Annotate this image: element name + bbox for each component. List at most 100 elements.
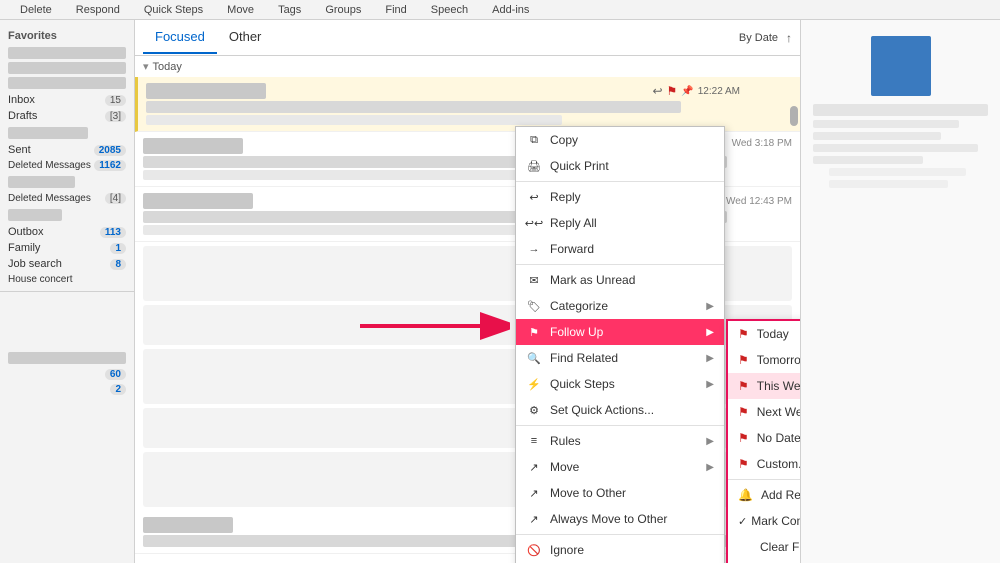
- rules-arrow-icon: ▶: [706, 436, 714, 447]
- sidebar-count1: 60: [105, 369, 126, 380]
- menu-item-rules[interactable]: ≡ Rules ▶: [516, 428, 724, 454]
- submenu-item-next-week[interactable]: ⚑ Next Week: [728, 399, 800, 425]
- submenu-item-clear-flag[interactable]: Clear Flag: [728, 534, 800, 560]
- submenu-nextweek-label: Next Week: [757, 405, 800, 419]
- menu-replyall-label: Reply All: [550, 216, 597, 230]
- menu-item-set-quick-actions[interactable]: ⚙ Set Quick Actions...: [516, 397, 724, 423]
- quicksteps-arrow-icon: ▶: [706, 379, 714, 390]
- right-pane: [800, 20, 1000, 563]
- ribbon-find[interactable]: Find: [373, 4, 418, 16]
- submenu-markcomplete-label: Mark Complete: [751, 514, 800, 528]
- sidebar-item-jobsearch[interactable]: Job search 8: [0, 256, 134, 272]
- sidebar-blur-2: [8, 62, 126, 74]
- email-list-container: ▾ Today ↩ ⚑ 📌 12:22 AM: [135, 56, 800, 563]
- sidebar-item-drafts[interactable]: Drafts [3]: [0, 108, 134, 124]
- categorize-arrow-icon: ▶: [706, 301, 714, 312]
- ribbon-addins[interactable]: Add-ins: [480, 4, 541, 16]
- menu-forward-label: Forward: [550, 242, 594, 256]
- sidebar-sent-badge: 2085: [94, 145, 126, 156]
- email-time-2: Wed 3:18 PM: [732, 138, 792, 154]
- menu-item-forward[interactable]: → Forward: [516, 236, 724, 262]
- sidebar-deleted2-badge: [4]: [105, 193, 126, 204]
- menu-item-copy[interactable]: ⧉ Copy: [516, 127, 724, 153]
- ribbon-quick-steps[interactable]: Quick Steps: [132, 4, 215, 16]
- submenu-item-add-reminder[interactable]: 🔔 Add Reminder...: [728, 482, 800, 508]
- menu-reply-label: Reply: [550, 190, 581, 204]
- sidebar-drafts-label: Drafts: [8, 110, 105, 122]
- menu-item-find-related[interactable]: 🔍 Find Related ▶: [516, 345, 724, 371]
- forward-icon: →: [526, 241, 542, 257]
- flag-tomorrow-icon: ⚑: [738, 353, 749, 367]
- email-item-1[interactable]: ↩ ⚑ 📌 12:22 AM: [135, 77, 800, 132]
- flag-thisweek-icon: ⚑: [738, 379, 749, 393]
- menu-item-quick-print[interactable]: 🖨 Quick Print: [516, 153, 724, 179]
- right-blue-block: [871, 36, 931, 96]
- menu-item-reply-all[interactable]: ↩↩ Reply All: [516, 210, 724, 236]
- submenu-item-tomorrow[interactable]: ⚑ Tomorrow: [728, 347, 800, 373]
- tab-other[interactable]: Other: [217, 21, 274, 54]
- sidebar-section-title: Favorites: [0, 28, 134, 44]
- submenu-item-no-date[interactable]: ⚑ No Date: [728, 425, 800, 451]
- email-sender-1: [146, 83, 266, 99]
- sidebar-item-sent[interactable]: Sent 2085: [0, 142, 134, 158]
- ribbon-groups[interactable]: Groups: [313, 4, 373, 16]
- submenu-addreminder-label: Add Reminder...: [761, 488, 800, 502]
- sidebar-item-deleted[interactable]: Deleted Messages 1162: [0, 158, 134, 173]
- menu-item-reply[interactable]: ↩ Reply: [516, 184, 724, 210]
- search-menu-icon: 🔍: [526, 350, 542, 366]
- flag-custom-icon: ⚑: [738, 457, 749, 471]
- menu-copy-label: Copy: [550, 133, 578, 147]
- ribbon-speech[interactable]: Speech: [419, 4, 480, 16]
- ribbon-tags[interactable]: Tags: [266, 4, 313, 16]
- ribbon-delete[interactable]: Delete: [8, 4, 64, 16]
- menu-move-label: Move: [550, 460, 579, 474]
- submenu-item-custom[interactable]: ⚑ Custom...: [728, 451, 800, 477]
- sidebar-family-badge: 1: [110, 243, 126, 254]
- sort-button[interactable]: By Date: [735, 30, 782, 46]
- ribbon: Delete Respond Quick Steps Move Tags Gro…: [0, 0, 1000, 20]
- menu-item-quick-steps[interactable]: ⚡ Quick Steps ▶: [516, 371, 724, 397]
- submenu-item-today[interactable]: ⚑ Today: [728, 321, 800, 347]
- menu-sep-4: [516, 534, 724, 535]
- sidebar-blur-3: [8, 77, 126, 89]
- sidebar-item-count2[interactable]: 2: [0, 382, 134, 397]
- sidebar-item-outbox[interactable]: Outbox 113: [0, 224, 134, 240]
- sidebar-item-house[interactable]: House concert: [0, 272, 134, 287]
- scrollbar[interactable]: [790, 106, 798, 126]
- copy-icon: ⧉: [526, 132, 542, 148]
- menu-sep-2: [516, 264, 724, 265]
- move-other-icon: ↗: [526, 485, 542, 501]
- tab-focused[interactable]: Focused: [143, 21, 217, 54]
- sort-arrow-icon[interactable]: ↑: [786, 31, 792, 45]
- sidebar-deleted-badge: 1162: [94, 160, 126, 171]
- menu-item-move[interactable]: ↗ Move ▶: [516, 454, 724, 480]
- menu-item-ignore[interactable]: 🚫 Ignore: [516, 537, 724, 563]
- email-time-3: Wed 12:43 PM: [726, 196, 792, 207]
- menu-quicksteps-label: Quick Steps: [550, 377, 615, 391]
- sidebar-inbox-badge: 15: [105, 95, 126, 106]
- move-arrow-icon: ▶: [706, 462, 714, 473]
- submenu-item-this-week[interactable]: ⚑ This Week: [728, 373, 800, 399]
- sidebar-divider: [0, 291, 134, 292]
- sidebar-item-inbox[interactable]: Inbox 15: [0, 92, 134, 108]
- menu-item-categorize[interactable]: 🏷 Categorize ▶: [516, 293, 724, 319]
- submenu-item-mark-complete[interactable]: ✓ Mark Complete: [728, 508, 800, 534]
- sidebar-item-family[interactable]: Family 1: [0, 240, 134, 256]
- menu-item-move-other[interactable]: ↗ Move to Other: [516, 480, 724, 506]
- menu-item-follow-up[interactable]: ⚑ Follow Up ▶ ⚑ Today ⚑ Tomorrow: [516, 319, 724, 345]
- submenu-sep-1: [728, 479, 800, 480]
- sidebar-item-count1[interactable]: 60: [0, 367, 134, 382]
- findrelated-arrow-icon: ▶: [706, 353, 714, 364]
- ribbon-move[interactable]: Move: [215, 4, 266, 16]
- main-layout: Favorites Inbox 15 Drafts [3] Sent 2085 …: [0, 20, 1000, 563]
- menu-item-mark-unread[interactable]: ✉ Mark as Unread: [516, 267, 724, 293]
- sidebar-item-deleted2[interactable]: Deleted Messages [4]: [0, 191, 134, 206]
- sidebar-house-label: House concert: [8, 274, 126, 285]
- ribbon-respond[interactable]: Respond: [64, 4, 132, 16]
- flag-icon-1: ⚑: [667, 84, 678, 98]
- menu-item-always-move[interactable]: ↗ Always Move to Other: [516, 506, 724, 532]
- rules-icon: ≡: [526, 433, 542, 449]
- sidebar-sent-label: Sent: [8, 144, 94, 156]
- menu-moveother-label: Move to Other: [550, 486, 626, 500]
- flag-menu-icon: ⚑: [526, 324, 542, 340]
